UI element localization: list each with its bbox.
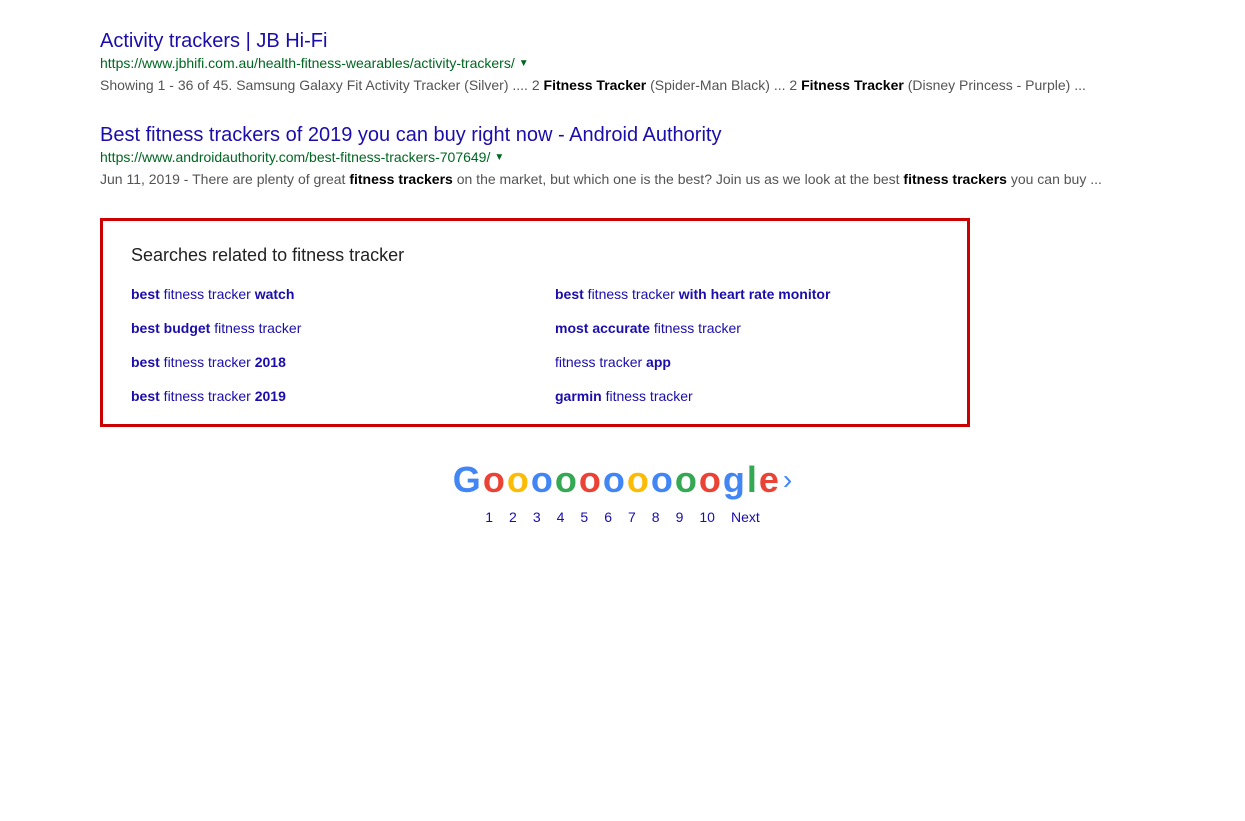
- page-5[interactable]: 5: [580, 509, 588, 525]
- page-3[interactable]: 3: [533, 509, 541, 525]
- result-snippet-2: Jun 11, 2019 - There are plenty of great…: [100, 169, 1145, 190]
- related-search-item-8[interactable]: garmin fitness tracker: [555, 388, 939, 404]
- result-snippet: Showing 1 - 36 of 45. Samsung Galaxy Fit…: [100, 75, 1145, 96]
- result-url-2: https://www.androidauthority.com/best-fi…: [100, 149, 490, 165]
- pagination-row: 1 2 3 4 5 6 7 8 9 10 Next: [100, 509, 1145, 525]
- result-url-row-2: https://www.androidauthority.com/best-fi…: [100, 149, 1145, 165]
- related-search-item-1[interactable]: best fitness tracker watch: [131, 286, 515, 302]
- snippet-text-2a: - There are plenty of great: [180, 171, 349, 187]
- search-result-androidauthority: Best fitness trackers of 2019 you can bu…: [100, 124, 1145, 190]
- page-9[interactable]: 9: [676, 509, 684, 525]
- page-7[interactable]: 7: [628, 509, 636, 525]
- google-letter-o6: o: [603, 459, 625, 501]
- google-letter-o1: o: [483, 459, 505, 501]
- snippet-date: Jun 11, 2019: [100, 171, 180, 187]
- google-letter-o5: o: [579, 459, 601, 501]
- related-search-item-5[interactable]: best fitness tracker 2018: [131, 354, 515, 370]
- google-letter-o3: o: [531, 459, 553, 501]
- page-4[interactable]: 4: [557, 509, 565, 525]
- google-letter-o10: o: [699, 459, 721, 501]
- result-title[interactable]: Activity trackers | JB Hi-Fi: [100, 30, 1145, 53]
- google-letter-l: l: [747, 459, 757, 501]
- next-button[interactable]: Next: [731, 509, 760, 525]
- snippet-bold2: Fitness Tracker: [801, 77, 904, 93]
- result-title-link[interactable]: Activity trackers | JB Hi-Fi: [100, 30, 327, 52]
- result-url: https://www.jbhifi.com.au/health-fitness…: [100, 55, 515, 71]
- google-letter-o7: o: [627, 459, 649, 501]
- snippet-bold1: Fitness Tracker: [544, 77, 647, 93]
- related-search-item-3[interactable]: best budget fitness tracker: [131, 320, 515, 336]
- related-searches-title: Searches related to fitness tracker: [131, 245, 939, 266]
- page-10[interactable]: 10: [699, 509, 715, 525]
- related-searches-grid: best fitness tracker watch best fitness …: [131, 286, 939, 404]
- snippet-bold1-2: fitness trackers: [349, 171, 453, 187]
- google-logo-pagination: G o o o o o o o o o o g l e ›: [100, 459, 1145, 501]
- page-2[interactable]: 2: [509, 509, 517, 525]
- snippet-text3: (Disney Princess - Purple) ...: [904, 77, 1086, 93]
- google-letter-o2: o: [507, 459, 529, 501]
- snippet-text2: (Spider-Man Black) ... 2: [646, 77, 801, 93]
- snippet-text-2b: on the market, but which one is the best…: [453, 171, 904, 187]
- related-search-item-6[interactable]: fitness tracker app: [555, 354, 939, 370]
- page-1[interactable]: 1: [485, 509, 493, 525]
- next-chevron-icon: ›: [783, 464, 792, 496]
- google-letter-o9: o: [675, 459, 697, 501]
- google-letter-o8: o: [651, 459, 673, 501]
- dropdown-arrow-icon-2: ▼: [494, 152, 504, 163]
- snippet-text: Showing 1 - 36 of 45. Samsung Galaxy Fit…: [100, 77, 544, 93]
- google-letter-G: G: [453, 459, 481, 501]
- page-6[interactable]: 6: [604, 509, 612, 525]
- result-title-2[interactable]: Best fitness trackers of 2019 you can bu…: [100, 124, 1145, 147]
- related-search-item-2[interactable]: best fitness tracker with heart rate mon…: [555, 286, 939, 302]
- google-letter-o4: o: [555, 459, 577, 501]
- snippet-bold2-2: fitness trackers: [903, 171, 1007, 187]
- search-result-jbhifi: Activity trackers | JB Hi-Fi https://www…: [100, 30, 1145, 96]
- related-search-item-7[interactable]: best fitness tracker 2019: [131, 388, 515, 404]
- related-searches-box: Searches related to fitness tracker best…: [100, 218, 970, 427]
- dropdown-arrow-icon: ▼: [519, 58, 529, 69]
- page-8[interactable]: 8: [652, 509, 660, 525]
- result-title-link-2[interactable]: Best fitness trackers of 2019 you can bu…: [100, 124, 721, 146]
- google-letter-e: e: [759, 459, 779, 501]
- google-footer: G o o o o o o o o o o g l e › 1 2 3 4 5 …: [100, 459, 1145, 525]
- result-url-row: https://www.jbhifi.com.au/health-fitness…: [100, 55, 1145, 71]
- snippet-text-2c: you can buy ...: [1007, 171, 1102, 187]
- google-letter-g2: g: [723, 459, 745, 501]
- related-search-item-4[interactable]: most accurate fitness tracker: [555, 320, 939, 336]
